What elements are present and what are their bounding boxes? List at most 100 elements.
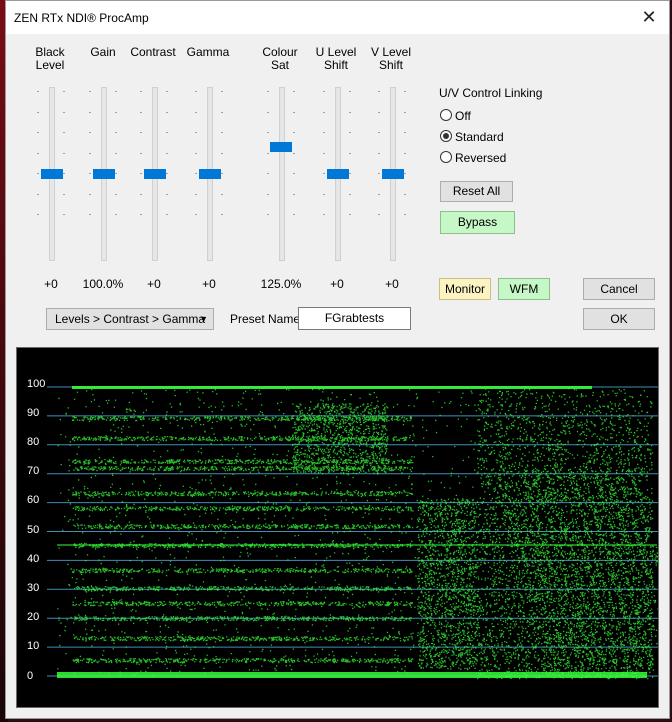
slider-value-u-level-shift: +0 — [330, 277, 344, 291]
slider-tick — [221, 193, 223, 195]
reset-all-button[interactable]: Reset All — [440, 181, 513, 202]
slider-tick — [293, 111, 295, 113]
slider-tick — [115, 214, 117, 215]
slider-label-black-level: Black Level — [35, 45, 65, 72]
wfm-scale-30: 30 — [27, 582, 40, 594]
slider-tick — [140, 193, 142, 195]
slider-tick — [293, 152, 295, 154]
slider-thumb-v-level-shift[interactable] — [382, 169, 404, 179]
radio-off[interactable] — [440, 109, 452, 121]
slider-tick — [166, 91, 168, 92]
chevron-down-icon: ▼ — [199, 314, 208, 324]
processing-order-select[interactable]: Levels > Contrast > Gamma ▼ — [46, 308, 214, 330]
slider-label-contrast: Contrast — [130, 45, 176, 59]
slider-thumb-black-level[interactable] — [41, 169, 63, 179]
ok-button[interactable]: OK — [583, 308, 655, 330]
wfm-scale-40: 40 — [27, 553, 40, 565]
slider-tick — [221, 132, 223, 133]
wfm-scale-70: 70 — [27, 465, 40, 477]
slider-value-gamma: +0 — [202, 277, 216, 291]
uv-linking-title: U/V Control Linking — [439, 86, 543, 100]
radio-standard[interactable] — [440, 130, 452, 142]
slider-tick — [293, 193, 295, 195]
slider-tick — [293, 132, 295, 133]
radio-off-label: Off — [455, 109, 471, 123]
slider-tick — [267, 173, 269, 174]
slider-tick — [195, 173, 197, 174]
slider-tick — [378, 193, 380, 195]
slider-tick — [349, 193, 351, 195]
slider-tick — [195, 193, 197, 195]
slider-label-gain: Gain — [90, 45, 116, 59]
slider-tick — [166, 173, 168, 174]
slider-tick — [89, 173, 91, 174]
slider-tick — [140, 214, 142, 215]
slider-thumb-colour-sat[interactable] — [270, 142, 292, 152]
slider-track-colour-sat[interactable] — [279, 87, 285, 261]
slider-value-colour-sat: 125.0% — [260, 277, 302, 291]
slider-tick — [37, 152, 39, 154]
slider-tick — [140, 132, 142, 133]
slider-tick — [378, 91, 380, 92]
slider-thumb-u-level-shift[interactable] — [327, 169, 349, 179]
slider-tick — [404, 91, 406, 92]
slider-tick — [115, 152, 117, 154]
close-icon[interactable]: ✕ — [639, 7, 659, 27]
title-bar: ZEN RTx NDI® ProcAmp ✕ — [6, 1, 669, 34]
slider-tick — [115, 173, 117, 174]
slider-thumb-gamma[interactable] — [199, 169, 221, 179]
slider-tick — [63, 132, 65, 133]
slider-tick — [378, 111, 380, 113]
slider-tick — [404, 173, 406, 174]
slider-tick — [267, 91, 269, 92]
preset-name-input[interactable]: FGrabtests — [298, 307, 411, 330]
slider-tick — [195, 214, 197, 215]
slider-tick — [166, 132, 168, 133]
slider-tick — [293, 91, 295, 92]
radio-standard-label: Standard — [455, 130, 504, 144]
wfm-scale-60: 60 — [27, 494, 40, 506]
slider-tick — [349, 214, 351, 215]
slider-tick — [404, 111, 406, 113]
wfm-scale-100: 100 — [27, 378, 46, 390]
slider-tick — [221, 214, 223, 215]
slider-tick — [140, 111, 142, 113]
slider-value-contrast: +0 — [147, 277, 161, 291]
slider-tick — [89, 132, 91, 133]
slider-tick — [37, 214, 39, 215]
bypass-button[interactable]: Bypass — [440, 211, 515, 234]
monitor-button[interactable]: Monitor — [439, 278, 491, 300]
slider-tick — [37, 132, 39, 133]
slider-tick — [267, 111, 269, 113]
slider-tick — [267, 132, 269, 133]
wfm-scale-10: 10 — [27, 640, 40, 652]
slider-value-v-level-shift: +0 — [385, 277, 399, 291]
radio-reversed[interactable] — [440, 151, 452, 163]
slider-tick — [404, 214, 406, 215]
cancel-button[interactable]: Cancel — [583, 278, 655, 300]
wfm-scale-50: 50 — [27, 524, 40, 536]
slider-thumb-gain[interactable] — [93, 169, 115, 179]
slider-label-gamma: Gamma — [186, 45, 230, 59]
slider-tick — [63, 111, 65, 113]
wfm-button[interactable]: WFM — [498, 278, 550, 300]
procamp-window: ZEN RTx NDI® ProcAmp ✕ Black Level Gain C… — [5, 0, 670, 719]
slider-tick — [195, 132, 197, 133]
slider-tick — [89, 91, 91, 92]
slider-tick — [89, 214, 91, 215]
slider-tick — [221, 111, 223, 113]
slider-tick — [89, 111, 91, 113]
slider-tick — [63, 214, 65, 215]
slider-tick — [378, 132, 380, 133]
slider-tick — [323, 173, 325, 174]
slider-tick — [293, 173, 295, 174]
wfm-scale-20: 20 — [27, 611, 40, 623]
slider-thumb-contrast[interactable] — [144, 169, 166, 179]
slider-tick — [166, 152, 168, 154]
slider-tick — [166, 193, 168, 195]
slider-tick — [115, 132, 117, 133]
wfm-scale-90: 90 — [27, 407, 40, 419]
slider-tick — [349, 91, 351, 92]
preset-name-label: Preset Name — [230, 312, 301, 326]
slider-tick — [37, 91, 39, 92]
